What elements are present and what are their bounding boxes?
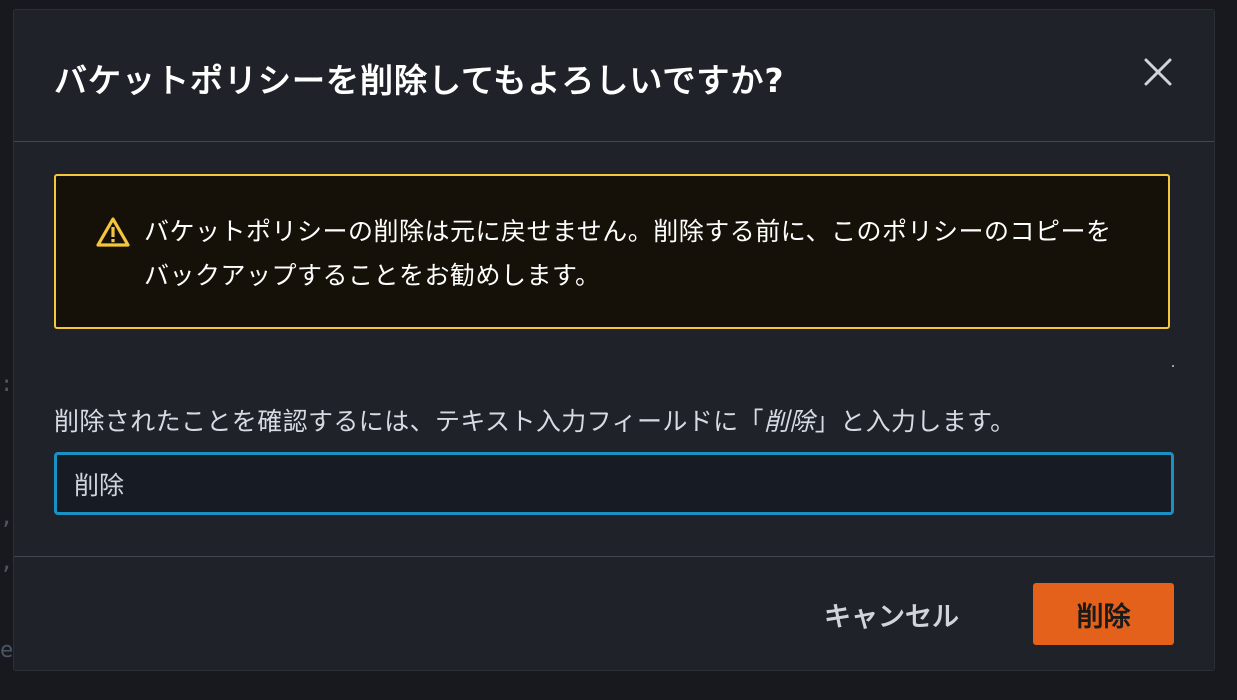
warning-alert: バケットポリシーの削除は元に戻せません。削除する前に、このポリシーのコピーをバッ… <box>54 174 1170 329</box>
cancel-button[interactable]: キャンセル <box>804 583 979 645</box>
close-button[interactable] <box>1142 56 1174 88</box>
warning-icon <box>96 216 130 252</box>
background-glyph: , <box>0 505 14 530</box>
confirm-label-suffix: 」と入力します。 <box>814 407 1016 436</box>
modal-title: バケットポリシーを削除してもよろしいですか? <box>54 61 785 100</box>
close-icon <box>1144 58 1172 86</box>
delete-button[interactable]: 削除 <box>1033 583 1174 645</box>
background-glyph: , <box>0 550 14 575</box>
confirm-keyword: 削除 <box>763 407 815 436</box>
alert-message: バケットポリシーの削除は元に戻せません。削除する前に、このポリシーのコピーをバッ… <box>144 217 1112 290</box>
background-glyph: e <box>0 638 14 663</box>
decorative-dot <box>1172 365 1174 367</box>
modal-header: バケットポリシーを削除してもよろしいですか? <box>14 10 1214 142</box>
confirm-instruction: 削除されたことを確認するには、テキスト入力フィールドに「削除」と入力します。 <box>54 402 1015 438</box>
confirm-label-prefix: 削除されたことを確認するには、テキスト入力フィールドに「 <box>54 407 764 436</box>
modal-footer: キャンセル 削除 <box>14 556 1214 671</box>
confirm-text-input[interactable] <box>54 452 1174 515</box>
delete-bucket-policy-modal: バケットポリシーを削除してもよろしいですか? バケットポリシーの削除は元に戻せま… <box>14 10 1214 670</box>
